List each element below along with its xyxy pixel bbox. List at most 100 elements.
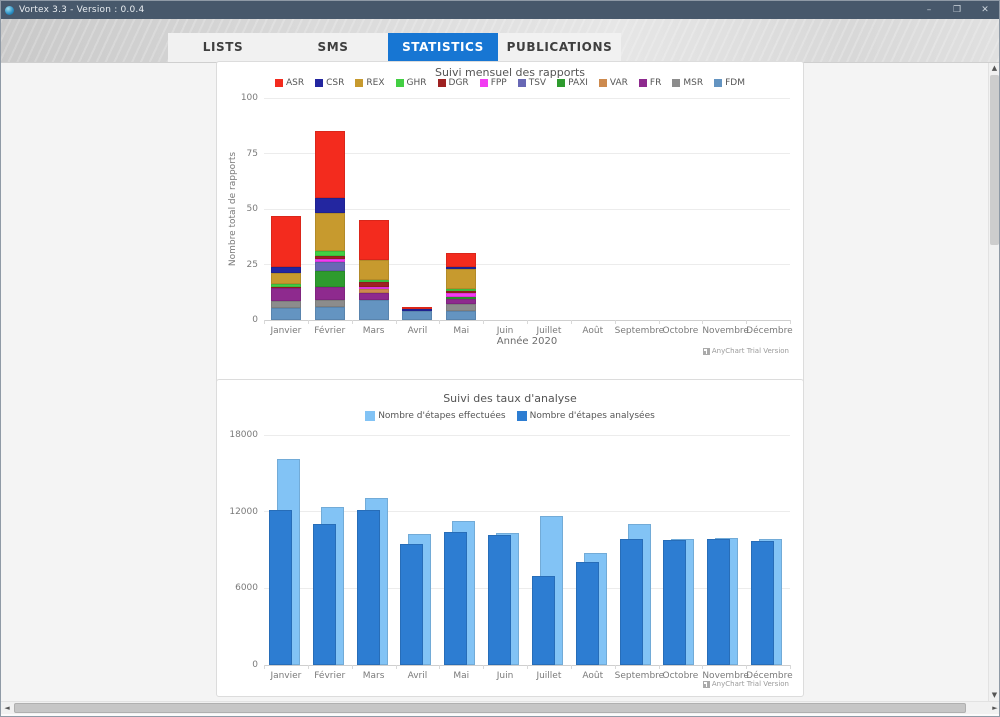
bar-segment-DGR[interactable] [271,287,301,288]
x-tick-label: Avril [396,326,440,336]
x-tick-label: Juillet [527,326,571,336]
axis-tick [439,665,440,669]
bar-segment-ASR[interactable] [402,307,432,309]
tab-lists[interactable]: LISTS [168,33,278,62]
axis-tick [615,320,616,324]
bar-segment-DGR[interactable] [359,282,389,286]
axis-tick [352,320,353,324]
axis-tick [527,320,528,324]
gridline [264,435,790,436]
trial-watermark: AnyChart Trial Version [703,347,789,355]
scroll-right-icon[interactable]: ► [989,702,1000,714]
bar-analysees[interactable] [576,562,599,665]
bar-segment-DGR[interactable] [446,291,476,293]
vertical-scrollbar[interactable]: ▲ ▼ [988,63,999,701]
y-tick-label: 12000 [216,507,258,517]
y-tick-label: 0 [216,315,258,325]
trial-watermark: AnyChart Trial Version [703,680,789,688]
bar-segment-FDM[interactable] [271,308,301,320]
axis-tick [308,665,309,669]
bar-segment-FR[interactable] [271,288,301,301]
x-tick-label: Janvier [264,326,308,336]
bar-segment-MSR[interactable] [446,304,476,311]
vertical-scroll-thumb[interactable] [990,75,999,245]
bar-analysees[interactable] [663,540,686,665]
scroll-up-icon[interactable]: ▲ [989,63,1000,74]
tab-sms[interactable]: SMS [278,33,388,62]
bar-segment-TSV[interactable] [315,262,345,271]
title-bar: Vortex 3.3 - Version : 0.0.4 – ❒ ✕ [1,1,999,19]
bar-analysees[interactable] [532,576,555,665]
bar-segment-FPP[interactable] [359,287,389,289]
grouped-bar-chart: 060001200018000JanvierFévrierMarsAvrilMa… [217,380,803,696]
bar-segment-MSR[interactable] [315,300,345,307]
axis-tick [483,665,484,669]
tab-statistics[interactable]: STATISTICS [388,33,498,62]
bar-segment-ASR[interactable] [271,216,301,267]
x-axis-title: Année 2020 [264,336,790,347]
bar-segment-ASR[interactable] [315,131,345,198]
bar-segment-FDM[interactable] [446,311,476,320]
anychart-icon [703,681,710,688]
tab-publications[interactable]: PUBLICATIONS [498,33,621,62]
axis-tick [571,320,572,324]
bar-segment-REX[interactable] [359,260,389,280]
y-tick-label: 18000 [216,430,258,440]
bar-segment-FR[interactable] [315,287,345,300]
bar-segment-FDM[interactable] [402,311,432,320]
bar-segment-FDM[interactable] [315,307,345,320]
bar-segment-GHR[interactable] [359,280,389,282]
bar-segment-REX[interactable] [446,269,476,289]
axis-tick [308,320,309,324]
bar-segment-FR[interactable] [359,293,389,300]
axis-tick [790,665,791,669]
bar-segment-CSR[interactable] [446,267,476,269]
bar-segment-ASR[interactable] [446,253,476,266]
horizontal-scrollbar[interactable]: ◄ ► [1,701,1000,714]
y-tick-label: 25 [216,260,258,270]
scroll-down-icon[interactable]: ▼ [989,690,1000,701]
bar-segment-FDM[interactable] [359,300,389,320]
x-tick-label: Avril [396,671,440,681]
bar-analysees[interactable] [620,539,643,665]
x-tick-label: Juin [483,671,527,681]
axis-tick [659,665,660,669]
bar-segment-REX[interactable] [315,213,345,251]
bar-analysees[interactable] [400,544,423,665]
axis-tick [396,665,397,669]
scroll-left-icon[interactable]: ◄ [1,702,13,714]
bar-segment-CSR[interactable] [402,309,432,311]
bar-analysees[interactable] [269,510,292,665]
bar-analysees[interactable] [357,510,380,665]
bar-segment-GHR[interactable] [271,284,301,286]
bar-segment-FR[interactable] [446,299,476,305]
minimize-icon[interactable]: – [915,1,943,19]
maximize-icon[interactable]: ❒ [943,1,971,19]
bar-analysees[interactable] [488,535,511,665]
bar-segment-FPP[interactable] [446,293,476,296]
bar-segment-CSR[interactable] [315,198,345,214]
axis-tick [352,665,353,669]
bar-segment-VAR[interactable] [359,289,389,293]
bar-segment-PAXI[interactable] [446,297,476,299]
bar-segment-CSR[interactable] [271,267,301,274]
tab-strip: LISTS SMS STATISTICS PUBLICATIONS [168,33,621,62]
bar-segment-REX[interactable] [271,273,301,284]
bar-segment-ASR[interactable] [359,220,389,260]
bar-segment-DGR[interactable] [315,256,345,259]
x-tick-label: Mai [439,326,483,336]
x-tick-label: Juin [483,326,527,336]
bar-analysees[interactable] [444,532,467,665]
close-icon[interactable]: ✕ [971,1,999,19]
bar-segment-MSR[interactable] [271,301,301,308]
bar-segment-GHR[interactable] [315,251,345,255]
bar-segment-FPP[interactable] [315,259,345,262]
axis-tick [659,320,660,324]
bar-segment-GHR[interactable] [446,289,476,291]
bar-analysees[interactable] [707,539,730,665]
x-tick-label: Septembre [615,326,659,336]
bar-segment-PAXI[interactable] [315,271,345,287]
horizontal-scroll-thumb[interactable] [14,703,966,713]
bar-analysees[interactable] [313,524,336,665]
bar-analysees[interactable] [751,541,774,665]
